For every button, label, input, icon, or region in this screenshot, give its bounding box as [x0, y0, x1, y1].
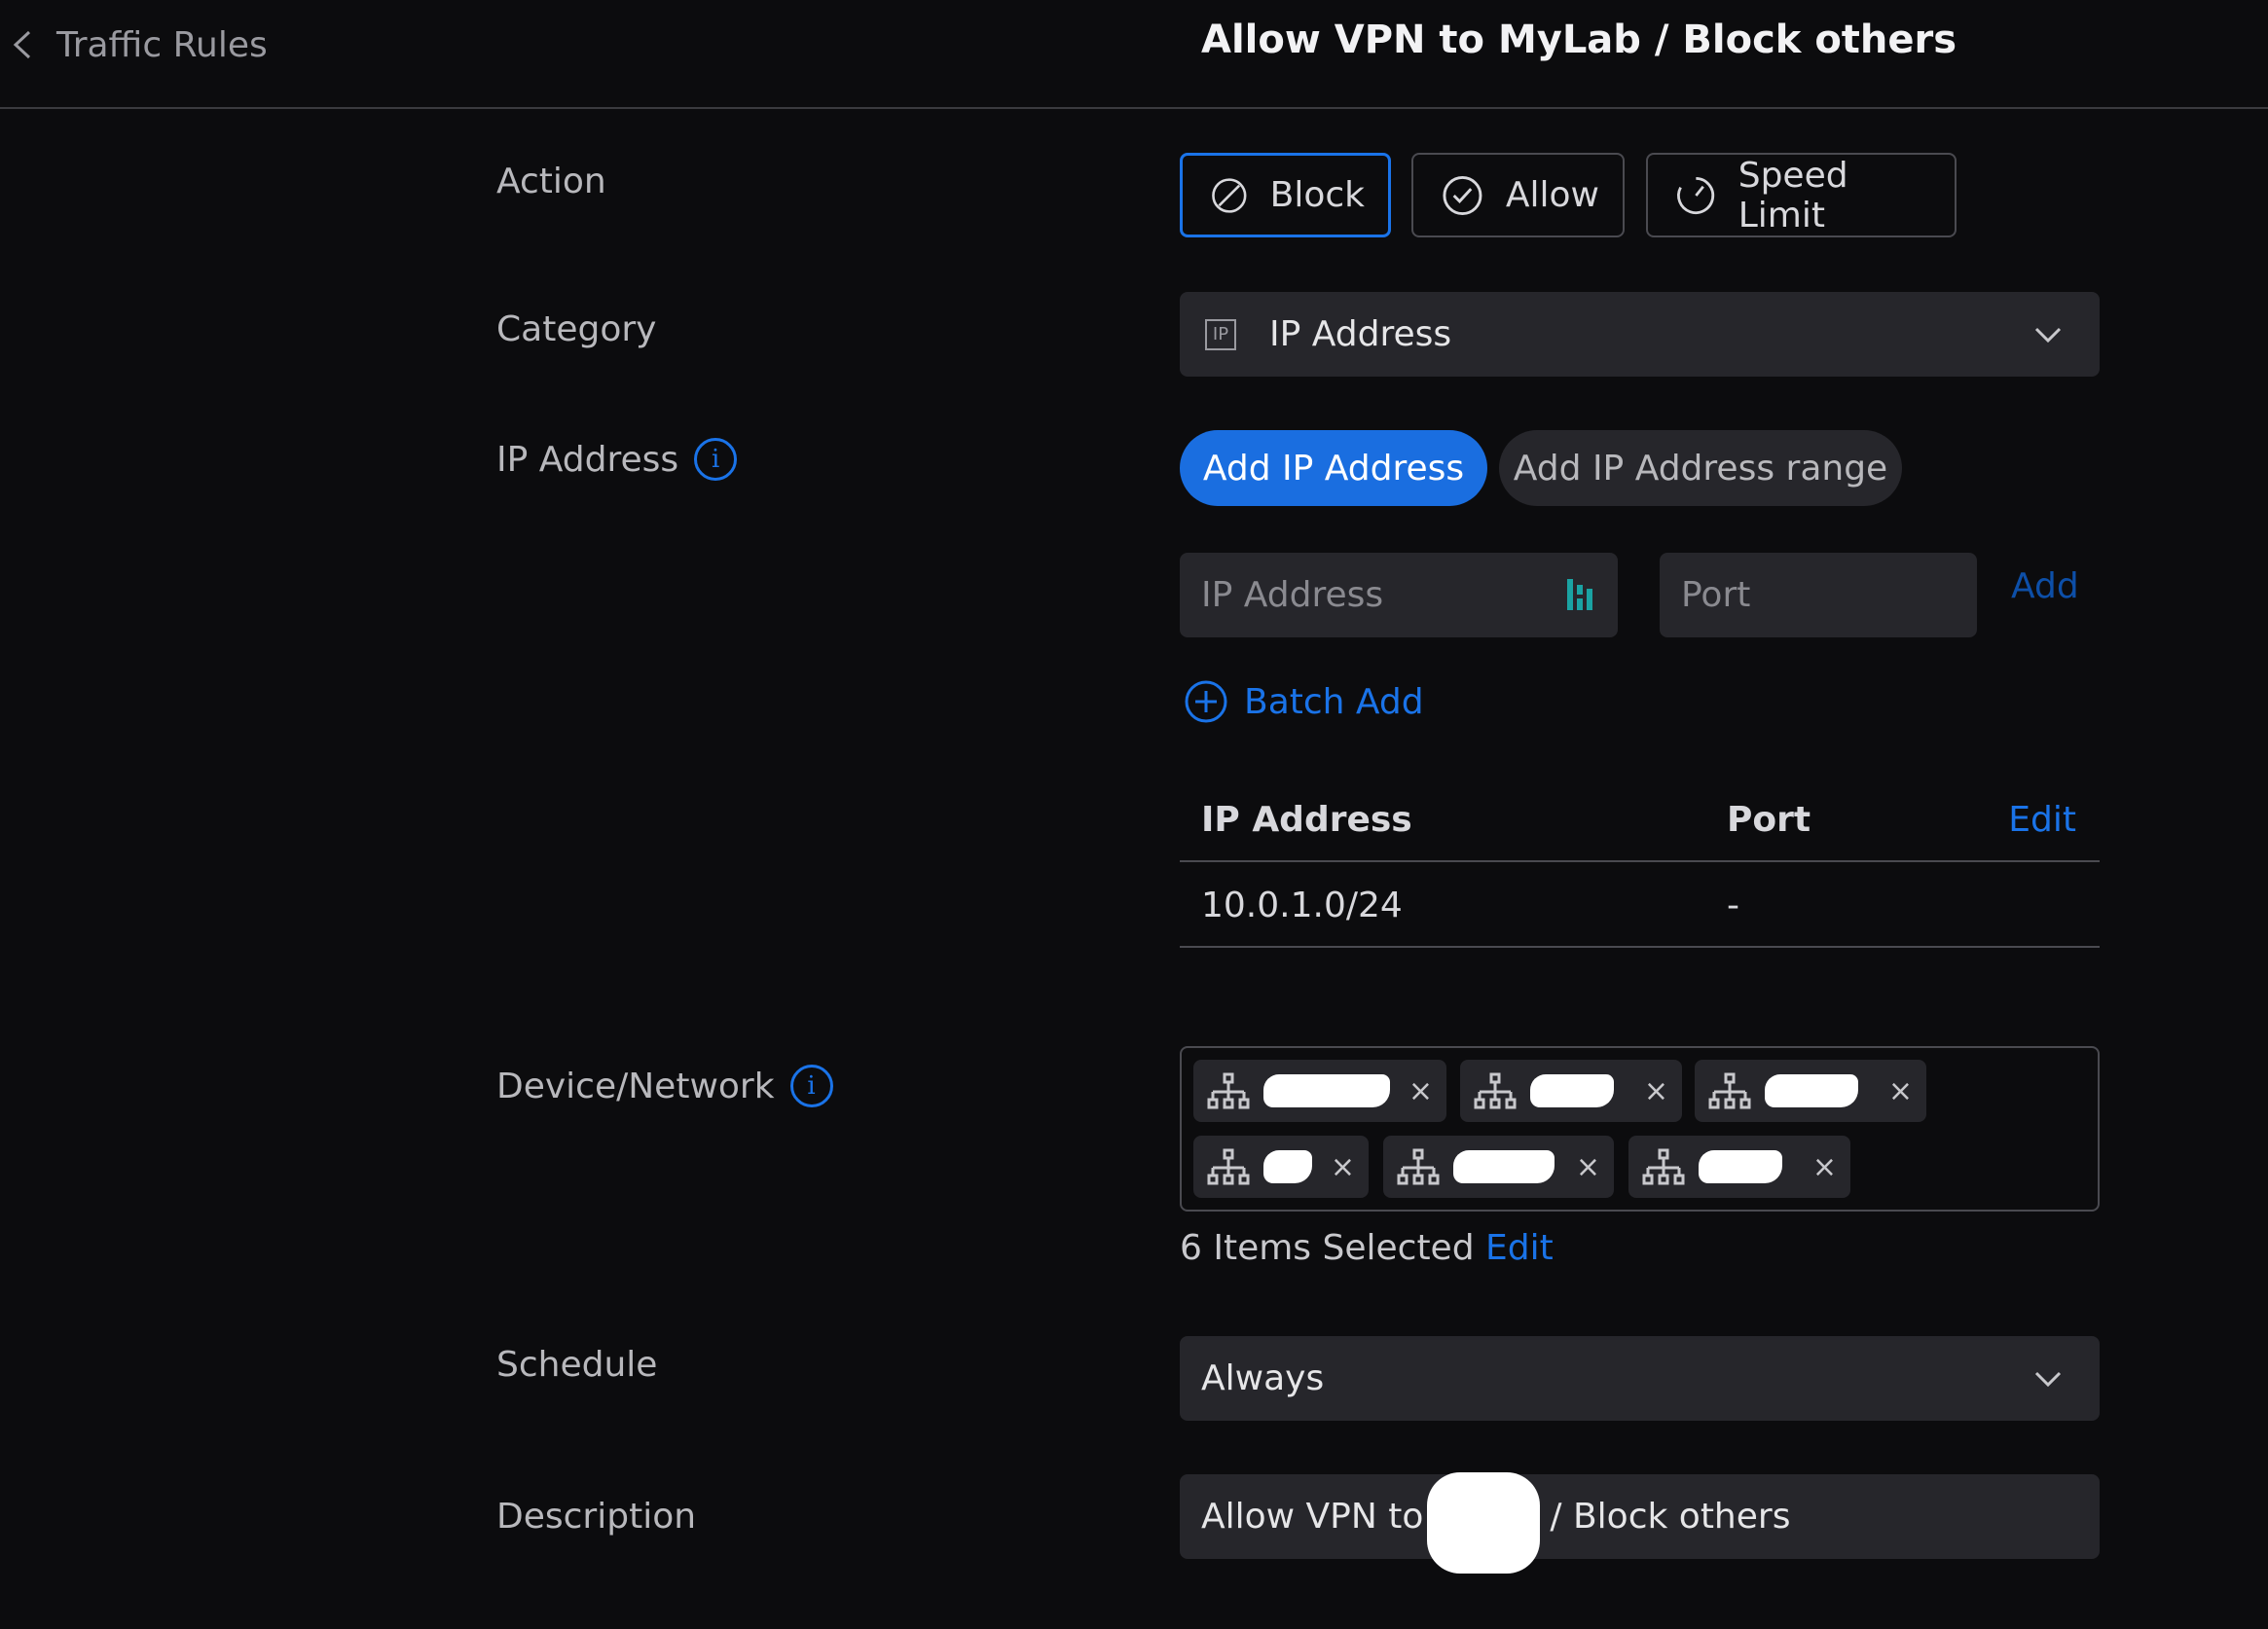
- add-ip-range-tab[interactable]: Add IP Address range: [1499, 430, 1902, 506]
- check-circle-icon: [1443, 175, 1482, 215]
- batch-add-label: Batch Add: [1244, 681, 1424, 722]
- ip-address-label-text: IP Address: [496, 439, 679, 480]
- column-ip-address: IP Address: [1201, 799, 1412, 840]
- network-icon: [1642, 1148, 1685, 1185]
- network-icon: [1397, 1148, 1440, 1185]
- back-label: Traffic Rules: [56, 24, 268, 65]
- chevron-left-icon: [13, 30, 31, 59]
- action-block-button[interactable]: Block: [1180, 153, 1391, 237]
- network-chip: ×: [1383, 1136, 1614, 1198]
- network-icon: [1207, 1148, 1250, 1185]
- category-select[interactable]: IP IP Address: [1180, 292, 2100, 377]
- add-ip-address-tab[interactable]: Add IP Address: [1180, 430, 1487, 506]
- redacted-name: [1765, 1074, 1858, 1107]
- info-icon[interactable]: i: [789, 1065, 833, 1107]
- row-ip-value: 10.0.1.0/24: [1201, 885, 1403, 925]
- device-network-selector[interactable]: × × × × × ×: [1180, 1046, 2100, 1212]
- header-bar: Traffic Rules Allow VPN to MyLab / Block…: [0, 0, 2268, 109]
- block-icon: [1212, 177, 1247, 213]
- description-prefix: Allow VPN to: [1201, 1497, 1424, 1537]
- redacted-name: [1263, 1150, 1312, 1183]
- gauge-icon: [1677, 176, 1715, 214]
- remove-chip-button[interactable]: ×: [1644, 1074, 1668, 1108]
- ip-address-input[interactable]: IP Address: [1180, 553, 1618, 637]
- action-label-text: Action: [496, 162, 606, 201]
- add-ip-range-label: Add IP Address range: [1513, 448, 1888, 489]
- network-icon: [1207, 1072, 1250, 1109]
- selected-count: 6 Items Selected: [1180, 1228, 1475, 1268]
- device-network-label-text: Device/Network: [496, 1066, 775, 1106]
- column-port: Port: [1727, 799, 1811, 840]
- category-value: IP Address: [1269, 314, 1452, 354]
- description-label-text: Description: [496, 1497, 697, 1537]
- row-port-value: -: [1727, 885, 1739, 925]
- redacted-name: [1453, 1150, 1555, 1183]
- back-button[interactable]: Traffic Rules: [10, 21, 268, 68]
- table-edit-button[interactable]: Edit: [2008, 778, 2076, 860]
- remove-chip-button[interactable]: ×: [1812, 1150, 1837, 1184]
- password-manager-icon: [1567, 579, 1592, 610]
- remove-chip-button[interactable]: ×: [1408, 1074, 1433, 1108]
- chevron-down-icon: [2034, 1371, 2062, 1387]
- redacted-name: [1263, 1074, 1390, 1107]
- redacted-name: [1699, 1150, 1782, 1183]
- ip-address-placeholder: IP Address: [1201, 575, 1384, 615]
- device-edit-button[interactable]: Edit: [1485, 1228, 1554, 1268]
- ip-address-label: IP Address i: [496, 438, 738, 481]
- selected-summary: 6 Items Selected Edit: [1180, 1228, 1554, 1268]
- network-chip: ×: [1460, 1060, 1682, 1122]
- schedule-label-text: Schedule: [496, 1345, 658, 1385]
- remove-chip-button[interactable]: ×: [1576, 1150, 1600, 1184]
- action-speed-limit-label: Speed Limit: [1738, 155, 1848, 235]
- description-label: Description: [496, 1497, 696, 1537]
- schedule-label: Schedule: [496, 1345, 657, 1385]
- add-ip-button[interactable]: Add: [2011, 566, 2079, 606]
- ip-table-header: IP Address Port Edit: [1180, 778, 2100, 862]
- ip-category-icon: IP: [1205, 318, 1236, 350]
- remove-chip-button[interactable]: ×: [1331, 1150, 1355, 1184]
- table-row: 10.0.1.0/24 -: [1180, 864, 2100, 948]
- schedule-value: Always: [1201, 1358, 1325, 1398]
- device-network-label: Device/Network i: [496, 1065, 833, 1107]
- plus-circle-icon: [1185, 680, 1227, 723]
- network-chip: ×: [1628, 1136, 1850, 1198]
- action-allow-label: Allow: [1505, 175, 1599, 215]
- action-block-label: Block: [1269, 175, 1365, 215]
- redaction-mark: [1427, 1472, 1540, 1574]
- redacted-name: [1530, 1074, 1614, 1107]
- network-chip: ×: [1695, 1060, 1926, 1122]
- network-icon: [1708, 1072, 1751, 1109]
- chevron-down-icon: [2034, 327, 2062, 343]
- action-allow-button[interactable]: Allow: [1411, 153, 1625, 237]
- port-placeholder: Port: [1681, 575, 1751, 615]
- category-label-text: Category: [496, 309, 657, 349]
- description-input[interactable]: Allow VPN to / Block others: [1180, 1474, 2100, 1559]
- remove-chip-button[interactable]: ×: [1888, 1074, 1913, 1108]
- description-suffix: / Block others: [1550, 1497, 1791, 1537]
- info-icon[interactable]: i: [694, 438, 738, 481]
- schedule-select[interactable]: Always: [1180, 1336, 2100, 1421]
- network-chip: ×: [1193, 1060, 1446, 1122]
- port-input[interactable]: Port: [1660, 553, 1977, 637]
- add-ip-address-label: Add IP Address: [1202, 448, 1465, 489]
- network-chip: ×: [1193, 1136, 1369, 1198]
- category-label: Category: [496, 309, 656, 349]
- action-speed-limit-button[interactable]: Speed Limit: [1646, 153, 1957, 237]
- page-title: Allow VPN to MyLab / Block others: [1201, 18, 1957, 62]
- action-label: Action: [496, 162, 606, 201]
- batch-add-button[interactable]: Batch Add: [1184, 679, 1424, 724]
- network-icon: [1474, 1072, 1517, 1109]
